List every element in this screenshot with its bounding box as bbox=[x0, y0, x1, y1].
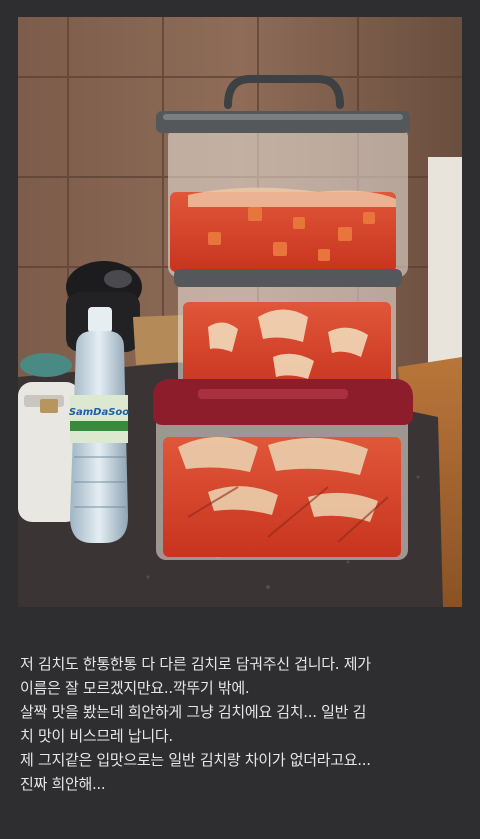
water-bottle: SamDaSoo bbox=[69, 307, 129, 543]
post-caption: 저 김치도 한통한통 다 다른 김치로 담궈주신 겁니다. 제가 이름은 잘 모… bbox=[20, 652, 470, 796]
caption-line: 진짜 희안해... bbox=[20, 775, 106, 793]
kimchi-containers-illustration: SamDaSoo bbox=[18, 17, 462, 607]
caption-line: 저 김치도 한통한통 다 다른 김치로 담궈주신 겁니다. 제가 bbox=[20, 655, 371, 673]
middle-container bbox=[174, 269, 402, 397]
caption-line: 살짝 맛을 봤는데 희안하게 그냥 김치에요 김치... 일반 김 bbox=[20, 703, 367, 721]
small-lid bbox=[20, 353, 72, 377]
bottle-brand-label: SamDaSoo bbox=[69, 407, 129, 418]
caption-line: 제 그지같은 입맛으로는 일반 김치랑 차이가 없더라고요... bbox=[20, 751, 371, 769]
red-lid bbox=[153, 379, 413, 425]
caption-line: 치 맛이 비스므레 납니다. bbox=[20, 727, 173, 745]
caption-line: 이름은 잘 모르겠지만요..깍뚜기 밖에. bbox=[20, 679, 250, 697]
bottom-container bbox=[153, 379, 413, 560]
kimchi-photo: SamDaSoo bbox=[18, 17, 462, 607]
doorway bbox=[428, 157, 462, 367]
